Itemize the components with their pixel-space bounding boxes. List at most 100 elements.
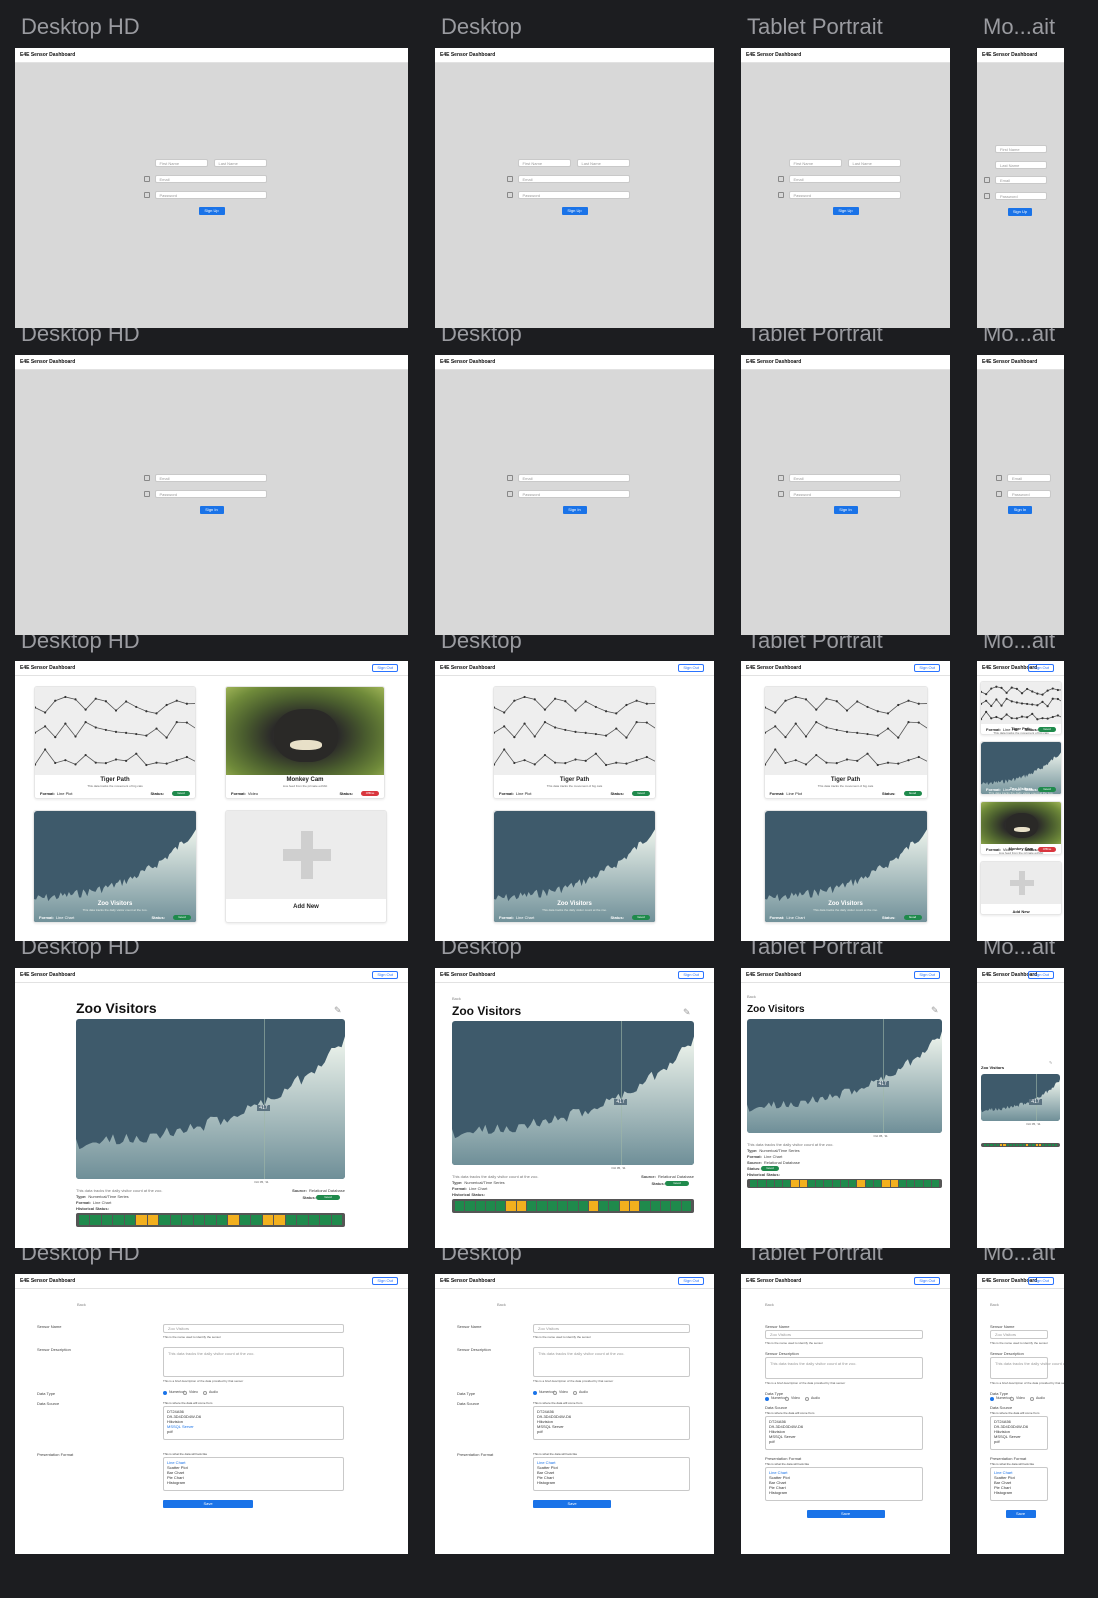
sign-in-button[interactable]: Sign In <box>1008 506 1032 514</box>
sign-out-button[interactable]: Sign Out <box>914 971 940 979</box>
sensor-card[interactable]: Zoo Visitors This data tracks the daily v… <box>493 810 656 923</box>
monkey-cam-image[interactable] <box>226 687 384 776</box>
sensor-name-input[interactable]: Zoo Visitors <box>533 1324 690 1333</box>
data-source-list[interactable]: DT24A56 D9-3D4D3D4W-D6 Hikvision MSSQL Serv… <box>765 1416 923 1450</box>
data-type-radio[interactable] <box>553 1391 557 1395</box>
sensor-name-input[interactable]: Zoo Visitors <box>765 1330 923 1339</box>
password-input[interactable]: Password <box>154 191 267 199</box>
sign-up-button[interactable]: Sign Up <box>1008 208 1032 216</box>
email-input[interactable]: Email <box>154 474 267 482</box>
back-link[interactable]: Back <box>747 994 756 999</box>
edit-icon[interactable]: ✎ <box>683 1007 691 1018</box>
password-input[interactable]: Password <box>788 490 901 498</box>
data-source-option[interactable]: pdf <box>769 1439 803 1444</box>
data-type-radio[interactable] <box>785 1397 789 1401</box>
sign-out-button[interactable]: Sign Out <box>372 1277 398 1285</box>
back-link[interactable]: Back <box>452 996 461 1001</box>
sign-in-button[interactable]: Sign In <box>199 506 224 514</box>
monkey-cam-image[interactable] <box>981 802 1061 845</box>
sensor-name-input[interactable]: Zoo Visitors <box>163 1324 344 1333</box>
zoo-visitors-chart[interactable] <box>747 1019 942 1133</box>
sign-out-button[interactable]: Sign Out <box>372 664 398 672</box>
first-name-input[interactable]: First Name <box>154 159 208 167</box>
sensor-description-textarea[interactable]: This data tracks the daily visitor count… <box>163 1347 344 1377</box>
save-button[interactable]: Save <box>806 1510 885 1518</box>
first-name-input[interactable]: First Name <box>995 145 1047 153</box>
sensor-card[interactable]: Add New <box>980 861 1062 915</box>
sensor-card[interactable]: Zoo Visitors This data tracks the daily v… <box>33 810 197 923</box>
sign-out-button[interactable]: Sign Out <box>372 971 398 979</box>
data-source-option[interactable]: pdf <box>994 1439 1028 1444</box>
back-link[interactable]: Back <box>765 1302 774 1307</box>
sign-out-button[interactable]: Sign Out <box>678 971 704 979</box>
presentation-format-option[interactable]: Histogram <box>167 1480 188 1485</box>
sign-out-button[interactable]: Sign Out <box>678 664 704 672</box>
sign-in-button[interactable]: Sign In <box>562 506 587 514</box>
data-type-radio[interactable] <box>990 1397 994 1401</box>
sensor-card[interactable]: Zoo Visitors This data tracks the daily v… <box>980 741 1062 795</box>
first-name-input[interactable]: First Name <box>517 159 571 167</box>
zoo-visitors-chart[interactable] <box>981 1074 1060 1121</box>
last-name-input[interactable]: Last Name <box>576 159 630 167</box>
tiger-path-plot[interactable] <box>35 687 196 776</box>
sensor-card[interactable]: Tiger Path This data tracks the movement … <box>763 686 928 799</box>
save-button[interactable]: Save <box>1005 1510 1036 1518</box>
password-input[interactable]: Password <box>517 191 630 199</box>
last-name-input[interactable]: Last Name <box>213 159 267 167</box>
last-name-input[interactable]: Last Name <box>995 161 1047 169</box>
sensor-card[interactable]: Zoo Visitors This data tracks the daily v… <box>763 810 928 923</box>
sensor-description-textarea[interactable]: This data tracks the daily visitor count… <box>990 1357 1064 1379</box>
email-input[interactable]: Email <box>517 474 630 482</box>
email-input[interactable]: Email <box>995 176 1047 184</box>
sensor-card[interactable]: Tiger Path This data tracks the movement … <box>493 686 656 799</box>
presentation-format-list[interactable]: Line Chart Scatter Plot Bar Chart Pie Chart… <box>163 1457 344 1491</box>
tiger-path-plot[interactable] <box>764 687 928 776</box>
data-type-radio[interactable] <box>203 1391 207 1395</box>
data-type-radio[interactable] <box>765 1397 769 1401</box>
sensor-description-textarea[interactable]: This data tracks the daily visitor count… <box>765 1357 923 1379</box>
back-link[interactable]: Back <box>990 1302 999 1307</box>
sign-out-button[interactable]: Sign Out <box>1028 971 1054 979</box>
zoo-visitors-chart[interactable] <box>76 1019 345 1179</box>
sensor-description-textarea[interactable]: This data tracks the daily visitor count… <box>533 1347 690 1377</box>
email-input[interactable]: Email <box>154 175 267 183</box>
data-type-radio[interactable] <box>1030 1397 1034 1401</box>
tiger-path-plot[interactable] <box>494 687 656 776</box>
first-name-input[interactable]: First Name <box>788 159 842 167</box>
presentation-format-list[interactable]: Line Chart Scatter Plot Bar Chart Pie Chart… <box>533 1457 690 1491</box>
presentation-format-option[interactable]: Histogram <box>769 1490 790 1495</box>
back-link[interactable]: Back <box>497 1302 506 1307</box>
presentation-format-option[interactable]: Histogram <box>537 1480 558 1485</box>
sensor-card[interactable]: Add New <box>225 810 387 923</box>
back-link[interactable]: Back <box>77 1302 86 1307</box>
email-input[interactable]: Email <box>788 175 901 183</box>
edit-icon[interactable]: ✎ <box>1049 1060 1052 1065</box>
presentation-format-option[interactable]: Histogram <box>994 1490 1015 1495</box>
save-button[interactable]: Save <box>163 1500 253 1508</box>
last-name-input[interactable]: Last Name <box>847 159 901 167</box>
presentation-format-list[interactable]: Line Chart Scatter Plot Bar Chart Pie Chart… <box>990 1467 1048 1501</box>
sign-out-button[interactable]: Sign Out <box>914 664 940 672</box>
edit-icon[interactable]: ✎ <box>931 1005 939 1016</box>
data-type-radio[interactable] <box>163 1391 167 1395</box>
data-source-list[interactable]: DT24A56 D9-3D4D3D4W-D6 Hikvision MSSQL Serv… <box>163 1406 344 1440</box>
password-input[interactable]: Password <box>154 490 267 498</box>
email-input[interactable]: Email <box>788 474 901 482</box>
data-type-radio[interactable] <box>805 1397 809 1401</box>
sign-out-button[interactable]: Sign Out <box>678 1277 704 1285</box>
password-input[interactable]: Password <box>517 490 630 498</box>
data-type-radio[interactable] <box>1010 1397 1014 1401</box>
sign-up-button[interactable]: Sign Up <box>561 207 588 215</box>
data-type-radio[interactable] <box>533 1391 537 1395</box>
sensor-card[interactable]: Tiger Path This data tracks the movement … <box>980 681 1062 735</box>
sign-out-button[interactable]: Sign Out <box>1028 1277 1054 1285</box>
zoo-visitors-chart[interactable] <box>452 1021 694 1165</box>
sign-out-button[interactable]: Sign Out <box>1028 664 1054 672</box>
data-type-radio[interactable] <box>183 1391 187 1395</box>
sensor-card[interactable]: Monkey Cam Live feed from the primate exh… <box>980 801 1062 855</box>
password-input[interactable]: Password <box>995 192 1047 200</box>
save-button[interactable]: Save <box>533 1500 611 1508</box>
edit-icon[interactable]: ✎ <box>334 1005 342 1016</box>
data-source-list[interactable]: DT24A56 D9-3D4D3D4W-D6 Hikvision MSSQL Serv… <box>533 1406 690 1440</box>
sign-out-button[interactable]: Sign Out <box>914 1277 940 1285</box>
